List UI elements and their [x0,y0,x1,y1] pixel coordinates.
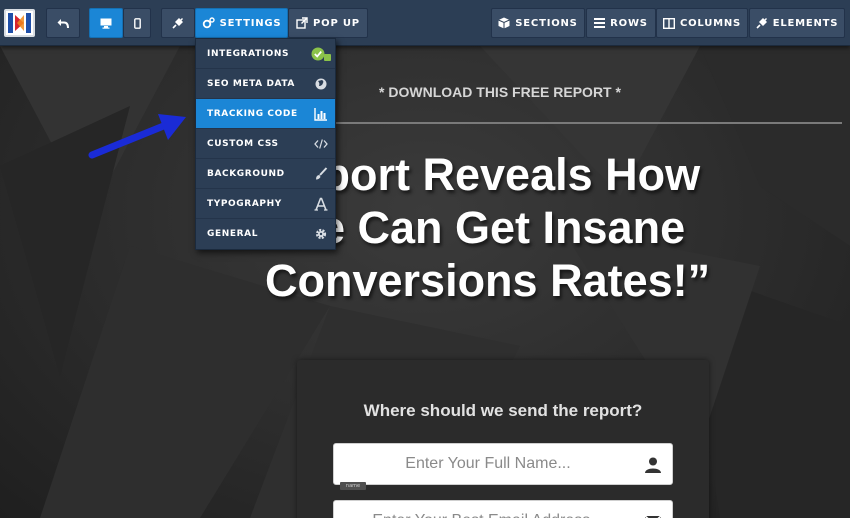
mobile-icon [133,17,141,29]
menu-item-background[interactable]: BACKGROUND [196,159,335,189]
headline-line-2: one Can Get Insane [265,202,686,253]
menu-item-seo-meta-data[interactable]: SEO META DATA [196,69,335,99]
gear-icon [315,228,327,240]
popup-label: POP UP [313,17,360,29]
user-icon [645,457,661,473]
plug-icon [756,18,767,29]
globe-icon [315,78,327,90]
menu-item-integrations[interactable]: INTEGRATIONS [196,39,335,69]
columns-icon [662,17,675,29]
settings-dropdown: INTEGRATIONS SEO META DATA TRACKING CODE… [195,38,336,250]
plug-icon [172,18,183,29]
code-icon [314,139,328,149]
menu-item-typography[interactable]: TYPOGRAPHY [196,189,335,219]
integrations-check-icon [311,47,331,61]
bar-chart-icon [314,108,327,121]
elements-label: ELEMENTS [772,17,839,29]
envelope-icon [644,515,662,518]
undo-button[interactable] [46,8,80,38]
name-input[interactable] [334,444,672,484]
menu-item-label: TYPOGRAPHY [207,198,282,209]
columns-button[interactable]: COLUMNS [656,8,748,38]
elements-button[interactable]: ELEMENTS [749,8,845,38]
headline-line-3: Conversions Rates!” [265,255,711,306]
name-field[interactable] [333,443,673,485]
annotation-arrow-icon [88,114,186,159]
headline: Report Reveals How one Can Get Insane Co… [265,148,825,307]
menu-item-label: GENERAL [207,229,259,239]
menu-item-custom-css[interactable]: CUSTOM CSS [196,129,335,159]
settings-label: SETTINGS [219,17,282,29]
menu-item-label: CUSTOM CSS [207,138,279,149]
rows-label: ROWS [610,17,648,29]
editor-toolbar: SETTINGS POP UP SECTIONS ROWS COLUMNS EL… [0,0,850,46]
external-link-icon [296,17,308,29]
brush-icon [316,167,328,180]
email-input[interactable] [334,501,672,518]
mobile-view-button[interactable] [123,8,151,38]
columns-label: COLUMNS [679,17,742,29]
menu-item-general[interactable]: GENERAL [196,219,335,249]
desktop-icon [100,18,112,29]
menu-item-label: INTEGRATIONS [207,48,290,59]
email-field[interactable] [333,500,673,518]
desktop-view-button[interactable] [89,8,123,38]
menu-item-tracking-code[interactable]: TRACKING CODE [196,99,335,129]
field-name-tag: name [340,482,366,490]
font-icon [314,197,328,211]
cube-icon [498,17,511,29]
gears-icon [202,17,215,29]
rows-icon [594,18,606,28]
menu-item-label: TRACKING CODE [207,108,298,119]
optin-form: Where should we send the report? name [297,360,709,518]
rows-button[interactable]: ROWS [586,8,656,38]
undo-icon [57,18,69,28]
sections-label: SECTIONS [515,17,578,29]
app-logo[interactable] [4,9,35,37]
settings-button[interactable]: SETTINGS [195,8,288,38]
popup-button[interactable]: POP UP [288,8,368,38]
form-title: Where should we send the report? [363,401,643,420]
plugin-button[interactable] [161,8,195,38]
menu-item-label: SEO META DATA [207,78,296,89]
menu-item-label: BACKGROUND [207,168,285,179]
sections-button[interactable]: SECTIONS [491,8,585,38]
logo-icon [8,13,31,33]
headline-line-1: Report Reveals How [265,149,701,200]
